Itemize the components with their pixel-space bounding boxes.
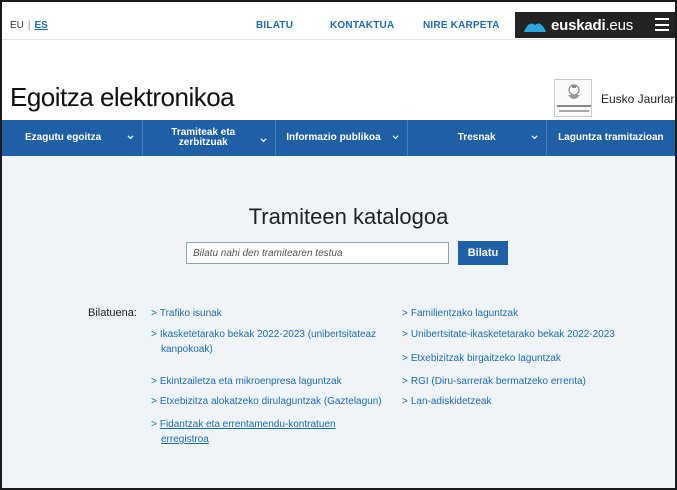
- lang-separator: |: [27, 20, 31, 31]
- chevron-down-icon: [127, 135, 134, 140]
- euskadi-brand-bar[interactable]: euskadi.eus: [515, 12, 675, 38]
- list-item[interactable]: > Unibertsitate-ikasketetarako bekak 2022…: [402, 328, 615, 342]
- search-input[interactable]: [186, 242, 449, 264]
- contact-link[interactable]: KONTAKTUA: [330, 20, 394, 31]
- nav-item-procedures[interactable]: Tramiteak eta zerbitzuak: [143, 120, 277, 156]
- list-item[interactable]: > Etxebizitza alokatzeko dirulaguntzak (G…: [151, 395, 382, 409]
- page-title: Tramiteen katalogoa: [248, 204, 449, 229]
- chevron-right-icon: >: [402, 376, 408, 387]
- site-title: Egoitza elektronikoa: [10, 82, 235, 112]
- chevron-right-icon: >: [151, 396, 157, 407]
- nav-item-label: Tresnak: [457, 131, 496, 143]
- nav-item-label: Laguntza tramitazioan: [558, 131, 664, 143]
- chevron-down-icon: [531, 135, 538, 140]
- nav-item-label: Ezagutu egoitza: [25, 131, 102, 143]
- chevron-right-icon: >: [151, 376, 157, 387]
- chevron-right-icon: >: [402, 329, 408, 340]
- list-item-continuation[interactable]: kanpokoak): [161, 343, 213, 357]
- list-item[interactable]: > RGI (Diru-sarrerak bermatzeko errenta): [402, 375, 586, 389]
- chevron-right-icon: >: [151, 329, 157, 340]
- page-frame: EU | ES BILATU KONTAKTUA NIRE KARPETA eusk…: [0, 0, 677, 490]
- lang-eu[interactable]: EU: [10, 20, 24, 31]
- list-item[interactable]: > Fidantzak eta errentamendu-kontratuen: [151, 418, 336, 432]
- search-button[interactable]: Bilatu: [458, 241, 508, 265]
- coat-of-arms-icon: [568, 84, 580, 99]
- euskadi-brand: euskadi.eus: [551, 16, 634, 34]
- chevron-down-icon: [392, 135, 399, 140]
- language-switcher: EU | ES: [10, 20, 48, 31]
- chevron-right-icon: >: [402, 396, 408, 407]
- most-searched-label: Bilatuena:: [88, 307, 137, 319]
- nav-item-label: Informazio publikoa: [286, 131, 381, 143]
- hamburger-menu-icon[interactable]: [655, 18, 669, 31]
- chevron-right-icon: >: [151, 419, 157, 430]
- nav-item-tools[interactable]: Tresnak: [408, 120, 547, 156]
- chevron-right-icon: >: [151, 308, 157, 319]
- lang-es-link[interactable]: ES: [35, 20, 48, 31]
- list-item-continuation[interactable]: erregistroa: [161, 433, 209, 447]
- list-item[interactable]: > Familientzako laguntzak: [402, 307, 518, 321]
- list-item[interactable]: > Ekintzailetza eta mikroenpresa laguntza…: [151, 375, 342, 389]
- chevron-down-icon: [260, 138, 267, 143]
- my-folder-link[interactable]: NIRE KARPETA: [423, 20, 500, 31]
- top-bar: EU | ES BILATU KONTAKTUA NIRE KARPETA eusk…: [2, 2, 675, 40]
- government-name: Eusko Jaurlaritza: [601, 92, 677, 106]
- chevron-right-icon: >: [402, 353, 408, 364]
- chevron-right-icon: >: [402, 308, 408, 319]
- main-content: Tramiteen katalogoa Bilatu Bilatuena: >T…: [2, 156, 675, 488]
- nav-item-label: Tramiteak eta zerbitzuak: [171, 126, 236, 148]
- list-item[interactable]: > Lan-adiskidetzeak: [402, 395, 491, 409]
- list-item[interactable]: > Ikasketetarako bekak 2022-2023 (unibert…: [151, 328, 376, 342]
- government-logo: [554, 79, 592, 117]
- nav-item-public-info[interactable]: Informazio publikoa: [276, 120, 408, 156]
- main-navigation: Ezagutu egoitza Tramiteak eta zerbitzuak…: [2, 120, 675, 156]
- list-item[interactable]: > Etxebizitzak birgaitzeko laguntzak: [402, 352, 561, 366]
- list-item[interactable]: > Trafiko isunak: [151, 307, 222, 321]
- search-link[interactable]: BILATU: [256, 20, 293, 31]
- nav-item-help[interactable]: Laguntza tramitazioan: [547, 120, 675, 156]
- euskadi-logo-icon: [524, 23, 546, 32]
- nav-item-about[interactable]: Ezagutu egoitza: [2, 120, 144, 156]
